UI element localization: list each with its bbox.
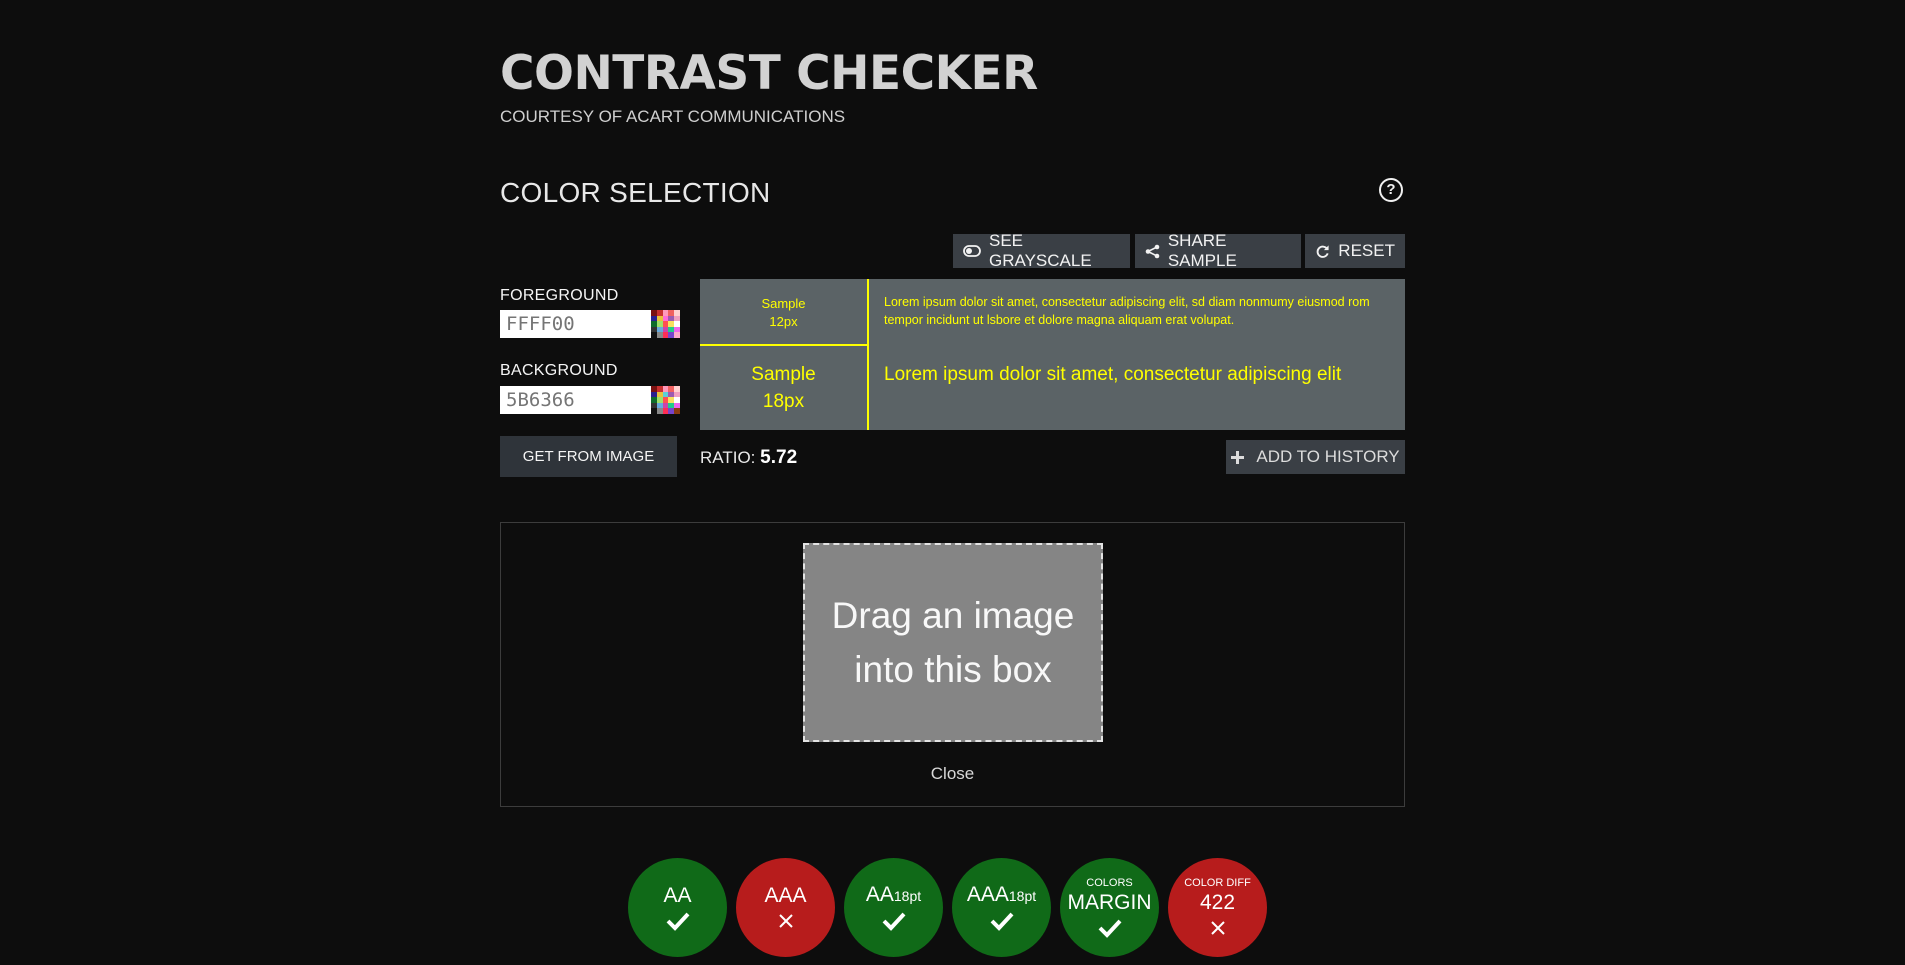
foreground-input[interactable] xyxy=(500,310,651,338)
checkmark-icon xyxy=(1098,917,1122,939)
page-title: CONTRAST CHECKER xyxy=(500,46,1038,101)
get-from-image-button[interactable]: GET FROM IMAGE xyxy=(500,436,677,477)
close-link[interactable]: Close xyxy=(501,764,1404,784)
refresh-icon xyxy=(1315,244,1330,259)
badge-aa-label: AA xyxy=(663,883,692,907)
reset-label: RESET xyxy=(1338,241,1395,260)
contrast-ratio: RATIO: 5.72 xyxy=(700,447,797,469)
background-palette-icon[interactable] xyxy=(651,386,680,414)
help-icon[interactable]: ? xyxy=(1379,178,1403,202)
badge-aaa-18pt-main: AAA xyxy=(966,883,1009,906)
badge-aa-18pt-sub: 18pt xyxy=(893,888,922,904)
drop-zone-line2: into this box xyxy=(854,648,1052,690)
foreground-palette-icon[interactable] xyxy=(651,310,680,338)
badge-aaa-18pt: AAA18pt xyxy=(952,858,1051,957)
see-grayscale-button[interactable]: SEE GRAYSCALE xyxy=(953,231,1131,270)
background-label: BACKGROUND xyxy=(500,362,618,379)
image-drop-panel: Drag an image into this box Close xyxy=(500,522,1405,807)
toolbar: SEE GRAYSCALE SHARE SAMPLE RESET xyxy=(953,231,1405,270)
checkmark-icon xyxy=(990,910,1014,932)
cross-icon xyxy=(778,910,794,932)
sample-18px-text: Lorem ipsum dolor sit amet, consectetur … xyxy=(884,364,1342,385)
plus-icon xyxy=(1231,450,1245,464)
badge-aa-18pt-main: AA xyxy=(865,883,894,906)
main-container: CONTRAST CHECKER COURTESY OF ACART COMMU… xyxy=(500,0,1405,965)
badge-color-diff-value: 422 xyxy=(1199,890,1236,914)
sample-12px-text: Lorem ipsum dolor sit amet, consectetur … xyxy=(884,295,1370,327)
badge-aa: AA xyxy=(628,858,727,957)
badge-aaa-label: AAA xyxy=(764,883,807,907)
section-title: COLOR SELECTION xyxy=(500,177,771,208)
toggle-icon xyxy=(963,245,981,257)
foreground-label: FOREGROUND xyxy=(500,287,619,304)
see-grayscale-label: SEE GRAYSCALE xyxy=(989,231,1092,270)
preview-divider-vertical xyxy=(867,279,869,430)
badge-aaa-18pt-sub: 18pt xyxy=(1008,888,1037,904)
add-to-history-label: ADD TO HISTORY xyxy=(1256,447,1400,466)
courtesy-text: COURTESY OF ACART COMMUNICATIONS xyxy=(500,107,846,126)
checkmark-icon xyxy=(882,910,906,932)
badge-aa-18pt: AA18pt xyxy=(844,858,943,957)
ratio-value: 5.72 xyxy=(760,447,798,468)
preview-divider-horizontal xyxy=(700,344,867,346)
reset-button[interactable]: RESET xyxy=(1305,234,1405,268)
sample-18px-line2: 18px xyxy=(762,391,805,412)
ratio-label: RATIO: xyxy=(700,448,756,467)
drop-zone-line1: Drag an image xyxy=(831,594,1075,636)
badge-color-diff: COLOR DIFF 422 xyxy=(1168,858,1267,957)
badge-aaa: AAA xyxy=(736,858,835,957)
share-sample-label: SHARE SAMPLE xyxy=(1167,231,1237,270)
share-icon xyxy=(1145,244,1160,259)
add-to-history-button[interactable]: ADD TO HISTORY xyxy=(1226,440,1405,474)
badge-color-diff-top: COLOR DIFF xyxy=(1184,876,1251,889)
image-drop-zone[interactable]: Drag an image into this box xyxy=(803,543,1103,742)
background-input[interactable] xyxy=(500,386,651,414)
badge-colors-margin: COLORS MARGIN xyxy=(1060,858,1159,957)
badge-aaa-18pt-label: AAA18pt xyxy=(967,883,1036,908)
badge-colors-margin-top: COLORS xyxy=(1086,876,1133,889)
badge-aa-18pt-label: AA18pt xyxy=(866,883,921,908)
sample-12px-label: Sample 12px xyxy=(700,293,867,333)
sample-12px-line2: 12px xyxy=(769,314,798,329)
sample-18px-label: Sample 18px xyxy=(700,361,867,415)
checkmark-icon xyxy=(666,910,690,932)
badge-colors-margin-label: MARGIN xyxy=(1067,890,1152,914)
cross-icon xyxy=(1210,917,1226,939)
share-sample-button[interactable]: SHARE SAMPLE xyxy=(1134,231,1301,270)
sample-preview: Sample 12px Sample 18px Lorem ipsum dolo… xyxy=(700,279,1405,430)
sample-12px-line1: Sample xyxy=(761,296,806,311)
sample-18px-line1: Sample xyxy=(751,364,816,385)
